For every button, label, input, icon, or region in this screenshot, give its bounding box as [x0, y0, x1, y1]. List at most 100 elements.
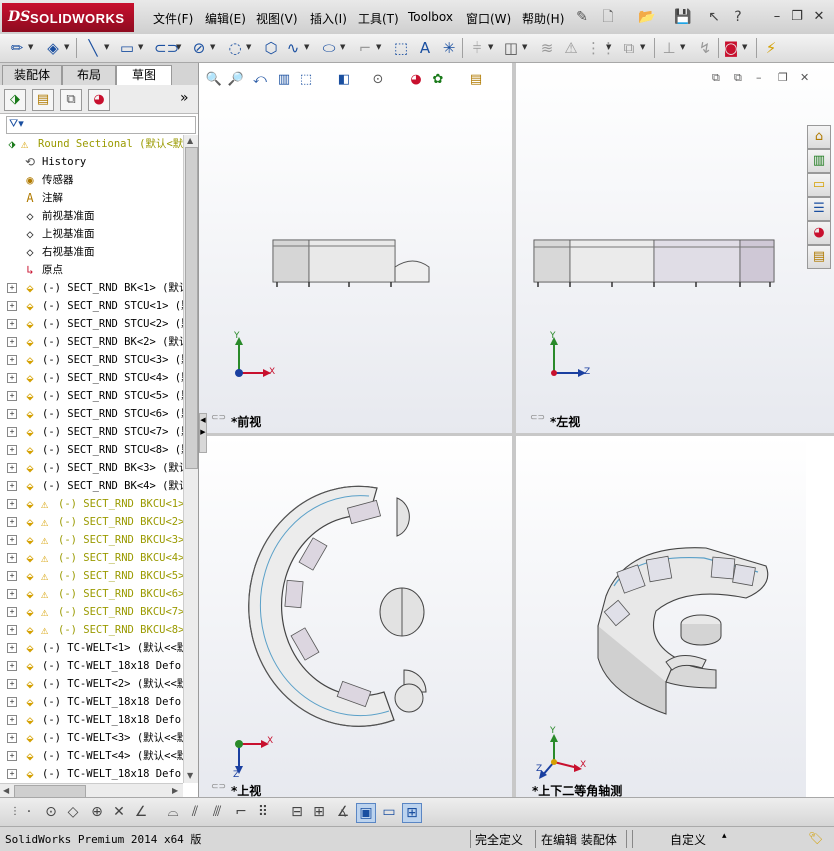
- intersection-icon[interactable]: ✕: [110, 803, 128, 821]
- scroll-down-icon[interactable]: ▼: [187, 771, 193, 780]
- expand-icon[interactable]: +: [7, 517, 17, 527]
- menu-toolbox[interactable]: Toolbox: [408, 10, 453, 24]
- viewport-front[interactable]: Y X ⊂⊃ *前视: [199, 95, 512, 433]
- tree-item[interactable]: ⬗ ⚠ Round Sectional (默认<默: [0, 135, 183, 153]
- tree-vertical-scrollbar[interactable]: ▲ ▼: [183, 135, 198, 783]
- home-icon[interactable]: ⌂: [807, 125, 831, 149]
- tree-item[interactable]: + ⬙ ⚠ (-) SECT_RND BKCU<8>: [0, 621, 183, 639]
- expand-icon[interactable]: +: [7, 607, 17, 617]
- viewport-layout-icon[interactable]: ⧉: [734, 71, 742, 85]
- apply-scene-icon[interactable]: ✿: [429, 71, 447, 89]
- tree-item[interactable]: + ⬙ (-) TC-WELT<3> (默认<<默: [0, 729, 183, 747]
- expand-icon[interactable]: +: [7, 769, 17, 779]
- grid-icon[interactable]: ⊞: [310, 803, 328, 821]
- angle-icon[interactable]: ⠿: [254, 803, 272, 821]
- tree-item[interactable]: + ⬙ (-) SECT_RND STCU<8> (默: [0, 441, 183, 459]
- horizontal-splitter[interactable]: [199, 433, 834, 436]
- chevron-down-icon[interactable]: ▼: [64, 43, 69, 51]
- hide-show-icon[interactable]: ⊙: [369, 71, 387, 89]
- save-icon[interactable]: 💾: [674, 9, 691, 25]
- menu-view[interactable]: 视图(V): [256, 10, 298, 27]
- scroll-left-icon[interactable]: ◀: [3, 786, 9, 795]
- tree-item[interactable]: + ⬙ (-) TC-WELT<1> (默认<<默: [0, 639, 183, 657]
- tree-item[interactable]: ↳ 原点: [0, 261, 183, 279]
- tree-item[interactable]: + ⬙ (-) TC-WELT<2> (默认<<默: [0, 675, 183, 693]
- chevron-down-icon[interactable]: ▼: [340, 43, 345, 51]
- tree-item[interactable]: + ⬙ (-) SECT_RND BK<4> (默认<: [0, 477, 183, 495]
- expand-icon[interactable]: +: [7, 751, 17, 761]
- zoom-to-fit-icon[interactable]: 🔍: [205, 71, 223, 89]
- expand-icon[interactable]: +: [7, 733, 17, 743]
- expand-icon[interactable]: +: [7, 571, 17, 581]
- smart-dimension-icon[interactable]: ◈: [44, 39, 62, 57]
- tree-item[interactable]: + ⬙ (-) SECT_RND BK<2> (默认<: [0, 333, 183, 351]
- new-doc-icon[interactable]: 🗋: [600, 9, 616, 25]
- file-explorer-icon[interactable]: ▭: [807, 173, 831, 197]
- zoom-area-icon[interactable]: 🔎: [227, 71, 245, 89]
- tree-item[interactable]: ◇ 右视基准面: [0, 243, 183, 261]
- expand-icon[interactable]: +: [7, 679, 17, 689]
- relation-icon[interactable]: ⊥: [660, 39, 678, 57]
- expand-icon[interactable]: +: [7, 715, 17, 725]
- midpoint-icon[interactable]: ◇: [64, 803, 82, 821]
- open-icon[interactable]: 📂: [638, 9, 655, 25]
- chevron-down-icon[interactable]: ▼: [28, 43, 33, 51]
- vertical-splitter[interactable]: [512, 63, 516, 797]
- tree-item[interactable]: + ⬙ (-) SECT_RND BK<1> (默认<: [0, 279, 183, 297]
- shaded-icon[interactable]: ▣: [356, 803, 376, 823]
- close-icon[interactable]: ✕: [800, 71, 809, 84]
- minimize-icon[interactable]: –: [756, 71, 762, 84]
- tree-item[interactable]: + ⬙ ⚠ (-) SECT_RND BKCU<5>: [0, 567, 183, 585]
- tree-item[interactable]: ⟲ History: [0, 153, 183, 171]
- expand-icon[interactable]: +: [7, 445, 17, 455]
- expand-icon[interactable]: +: [7, 697, 17, 707]
- chevron-down-icon[interactable]: ▼: [376, 43, 381, 51]
- tree-item[interactable]: + ⬙ (-) SECT_RND STCU<3> (默: [0, 351, 183, 369]
- minimize-icon[interactable]: –: [770, 10, 784, 24]
- rapid-sketch-icon[interactable]: ⚡: [762, 39, 780, 57]
- tree-item[interactable]: + ⬙ ⚠ (-) SECT_RND BKCU<1>: [0, 495, 183, 513]
- featuremanager-icon[interactable]: ⬗: [4, 89, 26, 111]
- tree-item[interactable]: + ⬙ ⚠ (-) SECT_RND BKCU<3>: [0, 531, 183, 549]
- tree-item[interactable]: ◇ 上视基准面: [0, 225, 183, 243]
- close-icon[interactable]: ✕: [812, 10, 826, 24]
- menu-window[interactable]: 窗口(W): [466, 10, 511, 27]
- expand-icon[interactable]: +: [7, 589, 17, 599]
- expand-icon[interactable]: +: [7, 499, 17, 509]
- tag-icon[interactable]: 🏷: [808, 831, 823, 845]
- tree-horizontal-scrollbar[interactable]: ◀ ▶: [0, 783, 183, 798]
- expand-icon[interactable]: +: [7, 427, 17, 437]
- circle-icon[interactable]: ⊘: [190, 39, 208, 57]
- expand-icon[interactable]: +: [7, 283, 17, 293]
- tree-item[interactable]: + ⬙ (-) SECT_RND STCU<4> (默: [0, 369, 183, 387]
- tree-item[interactable]: + ⬙ (-) TC-WELT<4> (默认<<默: [0, 747, 183, 765]
- appearances-icon[interactable]: ◕: [807, 221, 831, 245]
- chevron-down-icon[interactable]: ▼: [246, 43, 251, 51]
- chevron-down-icon[interactable]: ▼: [138, 43, 143, 51]
- point-icon[interactable]: ✳: [440, 39, 458, 57]
- extend-icon[interactable]: ⚠: [562, 39, 580, 57]
- filter-icon[interactable]: ⛛▾: [9, 117, 24, 131]
- view-palette-icon[interactable]: ☰: [807, 197, 831, 221]
- view-orientation-icon[interactable]: ⬚: [297, 71, 315, 89]
- expand-icon[interactable]: +: [7, 319, 17, 329]
- text-icon[interactable]: A: [416, 39, 434, 57]
- chevron-down-icon[interactable]: ▼: [488, 43, 493, 51]
- line-icon[interactable]: ╲: [84, 39, 102, 57]
- tab-assembly[interactable]: 装配体: [2, 65, 62, 85]
- move-icon[interactable]: ⧉: [620, 39, 638, 57]
- graphics-area[interactable]: 🔍 🔎 ⤺ ▥ ⬚ ◧ ⊙ ◕ ✿ ▤ Y X ⊂⊃ *前视 ⧉ ⧉ – ❐ ✕…: [199, 63, 834, 798]
- slot-icon[interactable]: ⊂⊃: [154, 39, 179, 57]
- menu-file[interactable]: 文件(F): [153, 10, 193, 27]
- single-view-icon[interactable]: ▭: [380, 803, 398, 821]
- four-view-icon[interactable]: ⊞: [402, 803, 422, 823]
- expand-icon[interactable]: +: [7, 625, 17, 635]
- tab-sketch[interactable]: 草图: [116, 65, 172, 85]
- tree-item[interactable]: + ⬙ ⚠ (-) SECT_RND BKCU<4>: [0, 549, 183, 567]
- chevron-down-icon[interactable]: ▼: [742, 43, 747, 51]
- tree-item[interactable]: + ⬙ ⚠ (-) SECT_RND BKCU<7>: [0, 603, 183, 621]
- point-snap-icon[interactable]: ·: [20, 803, 38, 821]
- expand-panel-icon[interactable]: »: [180, 90, 189, 106]
- tab-layout[interactable]: 布局: [62, 65, 116, 85]
- expand-icon[interactable]: +: [7, 463, 17, 473]
